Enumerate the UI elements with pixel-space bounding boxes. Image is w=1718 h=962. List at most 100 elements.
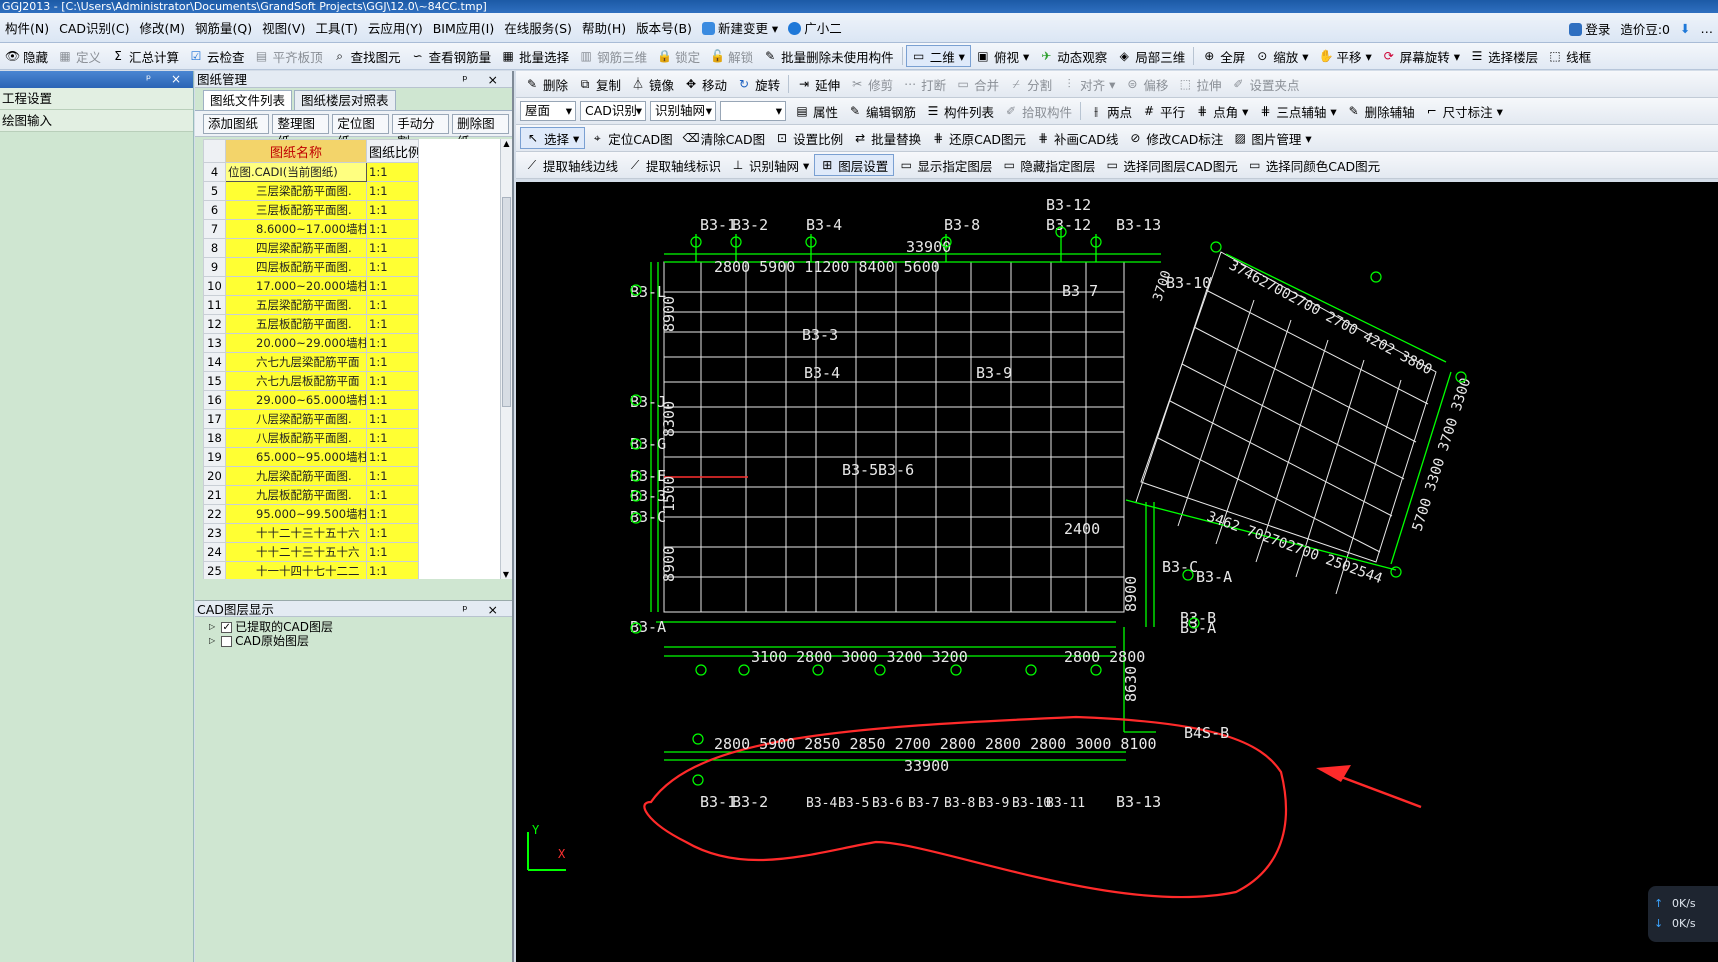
overflow-icon[interactable]: … bbox=[1696, 21, 1718, 36]
menu-item-modify[interactable]: 修改(M) bbox=[135, 18, 191, 37]
drawing-name-cell[interactable]: 95.000~99.500墙柱平 bbox=[225, 504, 367, 524]
table-row[interactable]: 11 五层梁配筋平面图. 1:1 bbox=[203, 295, 500, 315]
view-rebar-button[interactable]: ∽ 查看钢筋量 bbox=[406, 45, 497, 67]
align-button[interactable]: ⫶ 对齐 ▾ bbox=[1057, 73, 1120, 95]
drawing-name-cell[interactable]: 六七九层板配筋平面 bbox=[225, 371, 367, 391]
expand-icon[interactable]: ▷ bbox=[209, 634, 215, 648]
table-row[interactable]: 14 六七九层梁配筋平面 1:1 bbox=[203, 352, 500, 372]
table-row[interactable]: 12 五层板配筋平面图. 1:1 bbox=[203, 314, 500, 334]
pin-close-icons[interactable]: ᵖ × bbox=[462, 71, 506, 88]
table-row[interactable]: 21 九层板配筋平面图. 1:1 bbox=[203, 485, 500, 505]
recognize-axis-button[interactable]: ⊥ 识别轴网 ▾ bbox=[726, 154, 814, 176]
drawing-scale-cell[interactable]: 1:1 bbox=[366, 371, 419, 391]
rotate-button[interactable]: ↻ 旋转 bbox=[732, 73, 785, 95]
drawing-scale-cell[interactable]: 1:1 bbox=[366, 523, 419, 543]
nav-item-drawing-input[interactable]: 绘图输入 bbox=[0, 110, 193, 132]
drawing-name-cell[interactable]: 五层梁配筋平面图. bbox=[225, 295, 367, 315]
menu-item-cloud[interactable]: 云应用(Y) bbox=[363, 18, 428, 37]
layer-checkbox-extracted[interactable]: ✓ bbox=[221, 621, 233, 633]
table-row[interactable]: 1017.000~20.000墙柱平1:1 bbox=[203, 276, 500, 296]
delete-drawing-button[interactable]: 删除图纸 bbox=[452, 113, 509, 149]
locate-cad-button[interactable]: ⌖ 定位CAD图 bbox=[585, 127, 677, 149]
stretch-button[interactable]: ⬚ 拉伸 bbox=[1173, 73, 1226, 95]
drawing-scale-cell[interactable]: 1:1 bbox=[366, 504, 419, 524]
locate-drawing-button[interactable]: 定位图纸 bbox=[332, 113, 390, 149]
drawing-scale-cell[interactable]: 1:1 bbox=[366, 200, 419, 220]
unlock-button[interactable]: 🔓 解锁 bbox=[705, 45, 758, 67]
modify-cad-dim-button[interactable]: ⊘ 修改CAD标注 bbox=[1123, 127, 1228, 149]
drawing-name-cell[interactable]: 四层板配筋平面图. bbox=[225, 257, 367, 277]
drawing-scale-cell[interactable]: 1:1 bbox=[366, 542, 419, 562]
drawing-scale-cell[interactable]: 1:1 bbox=[366, 390, 419, 410]
table-row[interactable]: 18 八层板配筋平面图. 1:1 bbox=[203, 428, 500, 448]
menu-item-help[interactable]: 帮助(H) bbox=[577, 18, 631, 37]
screen-rotate-dropdown[interactable]: ⟳ 屏幕旋转 ▾ bbox=[1377, 45, 1465, 67]
manual-split-button[interactable]: 手动分割 bbox=[392, 113, 450, 149]
drawing-name-cell[interactable]: 九层板配筋平面图. bbox=[225, 485, 367, 505]
hide-button[interactable]: 👁 隐藏 bbox=[0, 45, 53, 67]
menu-item-cad-recognize[interactable]: CAD识别(C) bbox=[54, 18, 134, 37]
trim-button[interactable]: ✂ 修剪 bbox=[845, 73, 898, 95]
table-row[interactable]: 5 三层梁配筋平面图. 1:1 bbox=[203, 181, 500, 201]
batch-delete-unused-button[interactable]: ✎ 批量删除未使用构件 bbox=[758, 45, 899, 67]
drawing-name-cell[interactable]: 三层板配筋平面图. bbox=[225, 200, 367, 220]
delete-button[interactable]: ✎ 删除 bbox=[520, 73, 573, 95]
drawing-name-cell[interactable]: 29.000~65.000墙柱平 bbox=[225, 390, 367, 410]
drawing-scale-cell[interactable]: 1:1 bbox=[366, 561, 419, 579]
layer-settings-button[interactable]: ⊞ 图层设置 bbox=[814, 154, 895, 176]
merge-button[interactable]: ▭ 合并 bbox=[951, 73, 1004, 95]
hide-layer-button[interactable]: ▭ 隐藏指定图层 bbox=[997, 154, 1100, 176]
table-row[interactable]: 20 九层梁配筋平面图. 1:1 bbox=[203, 466, 500, 486]
tab-drawing-floor-map[interactable]: 图纸楼层对照表 bbox=[294, 90, 396, 110]
extract-axis-line-button[interactable]: ⟋ 提取轴线边线 bbox=[520, 154, 623, 176]
move-button[interactable]: ✥ 移动 bbox=[679, 73, 732, 95]
set-scale-button[interactable]: ⊡ 设置比例 bbox=[770, 127, 848, 149]
drawing-scale-cell[interactable]: 1:1 bbox=[366, 219, 419, 239]
drawing-name-cell[interactable]: 九层梁配筋平面图. bbox=[225, 466, 367, 486]
drawing-scale-cell[interactable]: 1:1 bbox=[366, 485, 419, 505]
scroll-thumb[interactable] bbox=[502, 197, 511, 407]
offset-button[interactable]: ⊜ 偏移 bbox=[1120, 73, 1173, 95]
component-list-button[interactable]: ☰ 构件列表 bbox=[921, 100, 999, 122]
table-row[interactable]: 78.6000~17.000墙柱平1:1 bbox=[203, 219, 500, 239]
extract-axis-label-button[interactable]: ⟋ 提取轴线标识 bbox=[623, 154, 726, 176]
batch-select-button[interactable]: ▦ 批量选择 bbox=[496, 45, 574, 67]
define-button[interactable]: ▦ 定义 bbox=[53, 45, 106, 67]
set-grip-button[interactable]: ✐ 设置夹点 bbox=[1226, 73, 1304, 95]
drawing-scale-cell[interactable]: 1:1 bbox=[366, 276, 419, 296]
menu-item-online-service[interactable]: 在线服务(S) bbox=[499, 18, 577, 37]
component-select[interactable]: ▾ bbox=[720, 101, 786, 121]
menu-item-bim[interactable]: BIM应用(I) bbox=[428, 18, 500, 37]
drawing-scale-cell[interactable]: 1:1 bbox=[366, 257, 419, 277]
select-same-layer-button[interactable]: ▭ 选择同图层CAD图元 bbox=[1100, 154, 1242, 176]
drawing-scale-cell[interactable]: 1:1 bbox=[366, 466, 419, 486]
wireframe-button[interactable]: ⬚ 线框 bbox=[1543, 45, 1596, 67]
layer-item-extracted[interactable]: ▷ ✓ 已提取的CAD图层 bbox=[209, 620, 333, 634]
menu-item-component[interactable]: 构件(N) bbox=[0, 18, 54, 37]
layer-item-original[interactable]: ▷ CAD原始图层 bbox=[209, 634, 309, 648]
fullscreen-button[interactable]: ⊕ 全屏 bbox=[1197, 45, 1250, 67]
add-drawing-button[interactable]: 添加图纸 ▾ bbox=[203, 113, 270, 149]
clear-cad-button[interactable]: ⌫ 清除CAD图 bbox=[678, 127, 770, 149]
drawing-scale-cell[interactable]: 1:1 bbox=[366, 428, 419, 448]
table-row[interactable]: 6 三层板配筋平面图. 1:1 bbox=[203, 200, 500, 220]
local-3d-button[interactable]: ◈ 局部三维 bbox=[1112, 45, 1190, 67]
scroll-up-arrow[interactable]: ▲ bbox=[501, 139, 512, 148]
mirror-button[interactable]: ⏃ 镜像 bbox=[626, 73, 679, 95]
drawing-name-cell[interactable]: 四层梁配筋平面图. bbox=[225, 238, 367, 258]
organize-drawing-button[interactable]: 整理图纸 bbox=[272, 113, 330, 149]
drawing-name-cell[interactable]: 十十二十三十五十六 bbox=[225, 523, 367, 543]
table-row[interactable]: 24 十十二十三十五十六 1:1 bbox=[203, 542, 500, 562]
table-row[interactable]: 1965.000~95.000墙柱平1:1 bbox=[203, 447, 500, 467]
select-floor-button[interactable]: ☰ 选择楼层 bbox=[1465, 45, 1543, 67]
table-row[interactable]: 15 六七九层板配筋平面 1:1 bbox=[203, 371, 500, 391]
pick-component-button[interactable]: ✐ 拾取构件 bbox=[999, 100, 1077, 122]
top-view-dropdown[interactable]: ▣ 俯视 ▾ bbox=[971, 45, 1034, 67]
point-angle-button[interactable]: ⋕ 点角 ▾ bbox=[1190, 100, 1253, 122]
layer-checkbox-original[interactable] bbox=[221, 635, 233, 647]
menu-item-tools[interactable]: 工具(T) bbox=[310, 18, 362, 37]
table-row[interactable]: 2295.000~99.500墙柱平1:1 bbox=[203, 504, 500, 524]
nav-item-project-settings[interactable]: 工程设置 bbox=[0, 88, 193, 110]
rebar-3d-button[interactable]: ▥ 钢筋三维 bbox=[574, 45, 652, 67]
dimension-button[interactable]: ⌐ 尺寸标注 ▾ bbox=[1420, 100, 1508, 122]
